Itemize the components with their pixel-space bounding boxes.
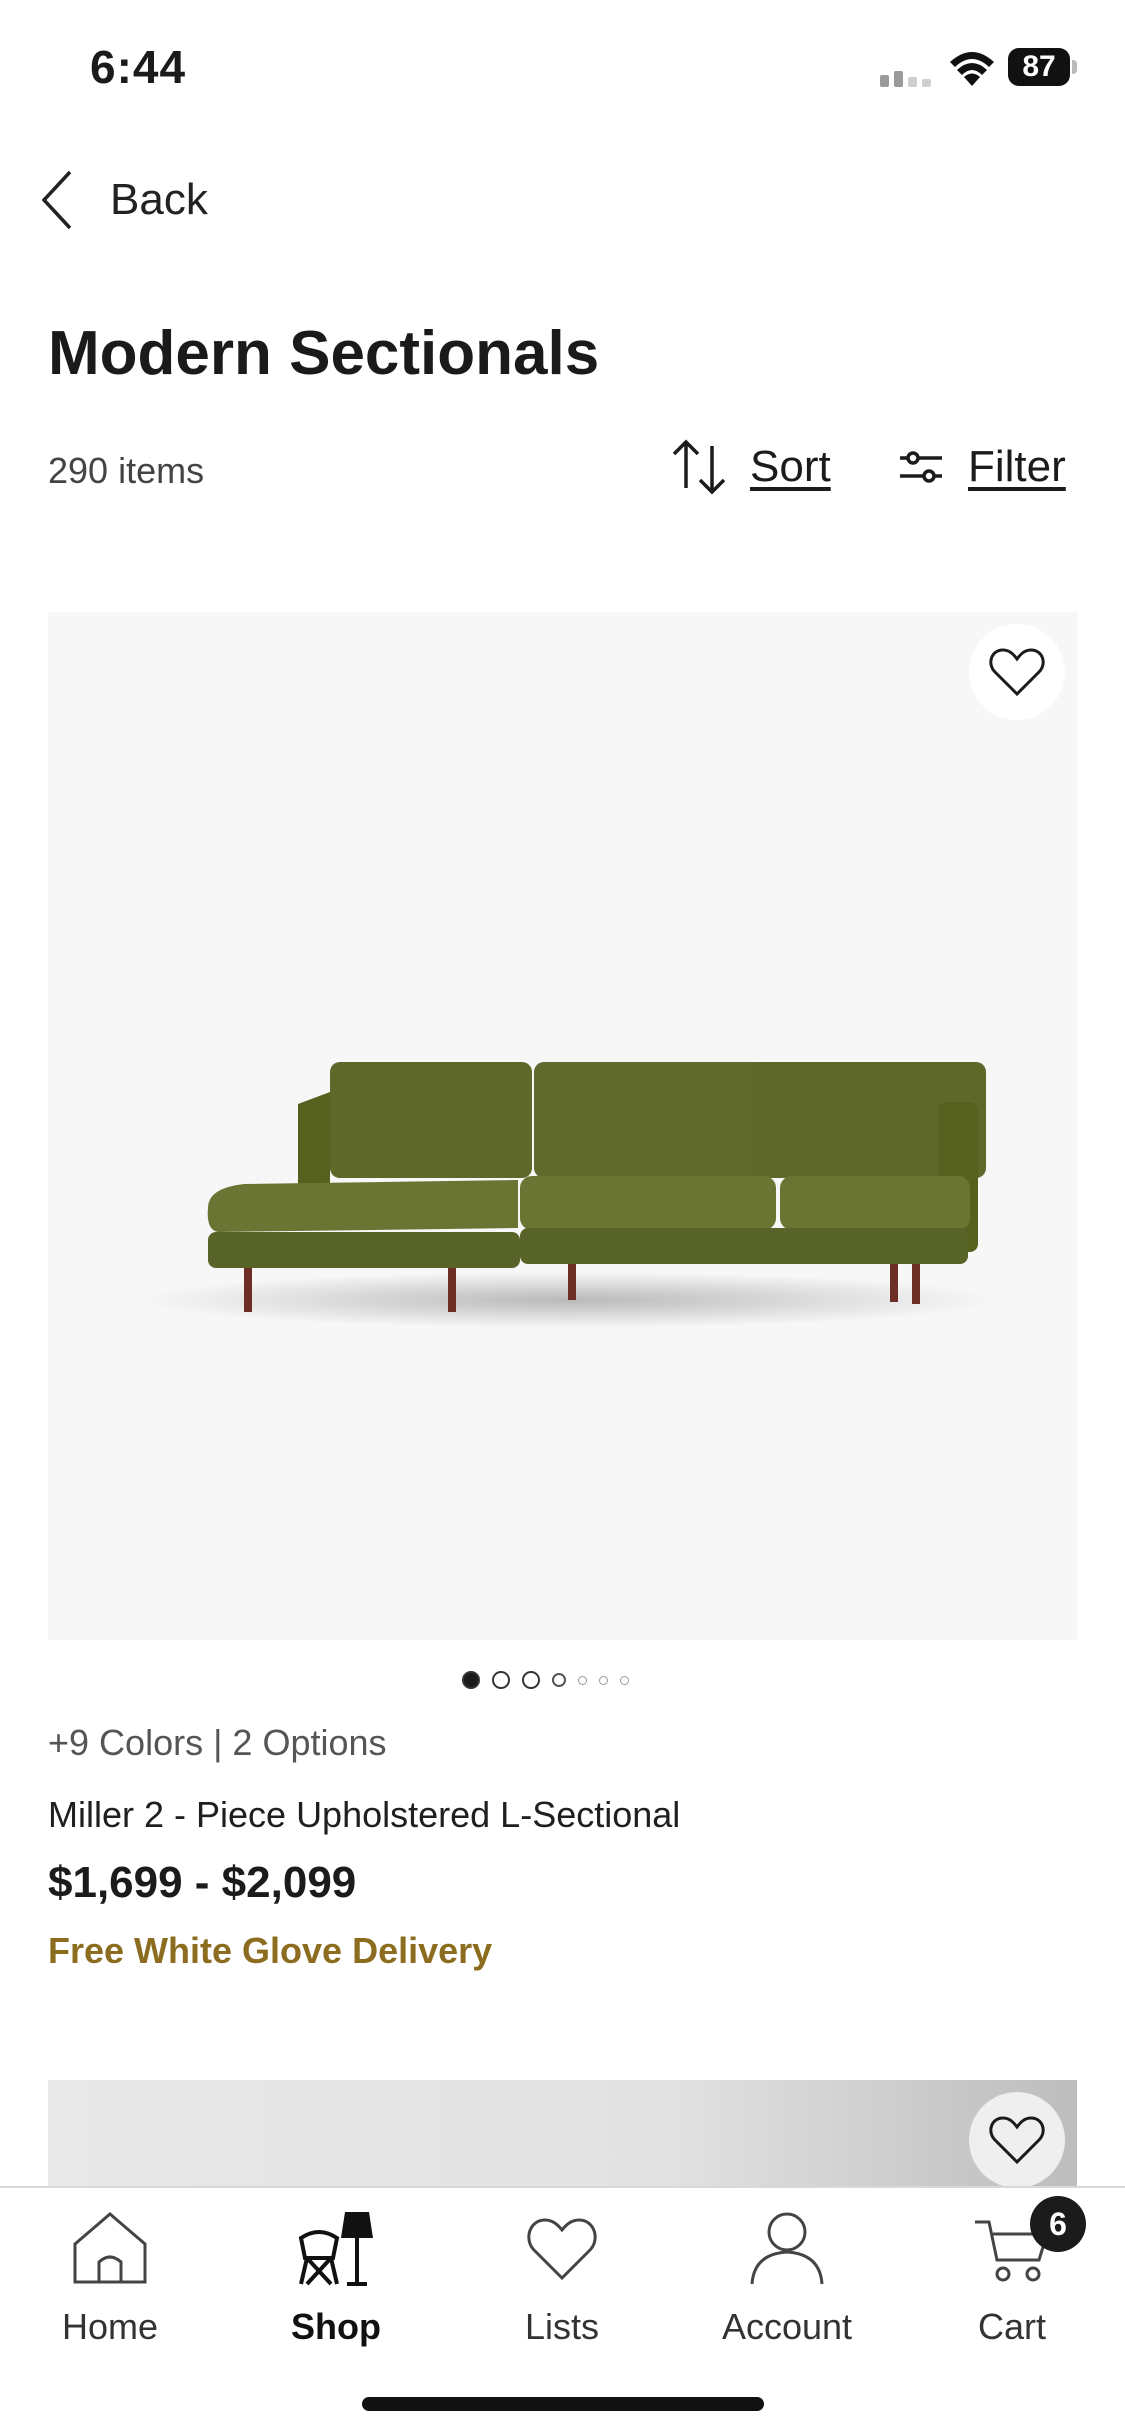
back-label: Back — [110, 175, 208, 224]
carousel-dot[interactable] — [578, 1675, 587, 1685]
tab-account[interactable]: Account — [697, 2208, 877, 2358]
tab-label: Cart — [977, 2306, 1046, 2347]
product-image[interactable] — [48, 612, 1077, 1640]
battery-indicator: 87 — [1008, 48, 1078, 86]
cellular-signal-icon — [880, 71, 931, 87]
tab-lists[interactable]: Lists — [472, 2208, 652, 2358]
product-options[interactable]: +9 Colors | 2 Options — [48, 1722, 387, 1764]
battery-cap — [1072, 60, 1077, 74]
image-carousel-dots — [462, 1668, 629, 1692]
carousel-dot[interactable] — [599, 1675, 608, 1685]
sort-button[interactable]: Sort — [668, 432, 831, 502]
carousel-dot[interactable] — [552, 1673, 566, 1687]
item-count: 290 items — [48, 450, 205, 491]
sort-label: Sort — [750, 442, 831, 491]
person-icon — [750, 2212, 824, 2285]
heart-icon — [527, 2218, 597, 2281]
carousel-dot[interactable] — [522, 1671, 540, 1689]
tab-shop[interactable]: Shop — [246, 2208, 426, 2358]
tab-label: Shop — [291, 2306, 381, 2347]
tab-label: Lists — [524, 2306, 600, 2347]
chevron-left-icon — [41, 170, 72, 230]
chair-lamp-icon — [298, 2212, 373, 2286]
status-bar: 6:44 87 — [0, 0, 1125, 130]
carousel-dot[interactable] — [492, 1671, 510, 1689]
heart-icon — [989, 2116, 1045, 2165]
status-time: 6:44 — [90, 41, 187, 93]
filter-sliders-icon — [900, 451, 942, 483]
home-icon — [73, 2212, 147, 2284]
back-button[interactable]: Back — [38, 160, 258, 240]
page-title: Modern Sectionals — [48, 319, 600, 388]
delivery-note: Free White Glove Delivery — [48, 1930, 493, 1971]
wifi-icon — [950, 52, 994, 86]
cart-count-badge: 6 — [1030, 2196, 1086, 2252]
carousel-dot-active[interactable] — [462, 1671, 480, 1689]
carousel-dot[interactable] — [620, 1675, 629, 1685]
heart-icon — [989, 648, 1045, 697]
tab-home[interactable]: Home — [20, 2208, 200, 2358]
home-indicator[interactable] — [362, 2397, 764, 2411]
product-price: $1,699 - $2,099 — [48, 1858, 357, 1907]
favorite-button[interactable] — [969, 624, 1065, 720]
battery-level: 87 — [1022, 50, 1056, 83]
tab-label: Home — [61, 2306, 159, 2347]
sort-arrows-icon — [672, 439, 726, 495]
sectional-sofa-image — [148, 1062, 988, 1328]
filter-button[interactable]: Filter — [898, 432, 1066, 502]
product-image[interactable] — [48, 2080, 1077, 2190]
product-name[interactable]: Miller 2 - Piece Upholstered L-Sectional — [48, 1794, 680, 1836]
filter-label: Filter — [968, 442, 1066, 491]
tab-label: Account — [721, 2306, 853, 2347]
favorite-button[interactable] — [969, 2092, 1065, 2188]
